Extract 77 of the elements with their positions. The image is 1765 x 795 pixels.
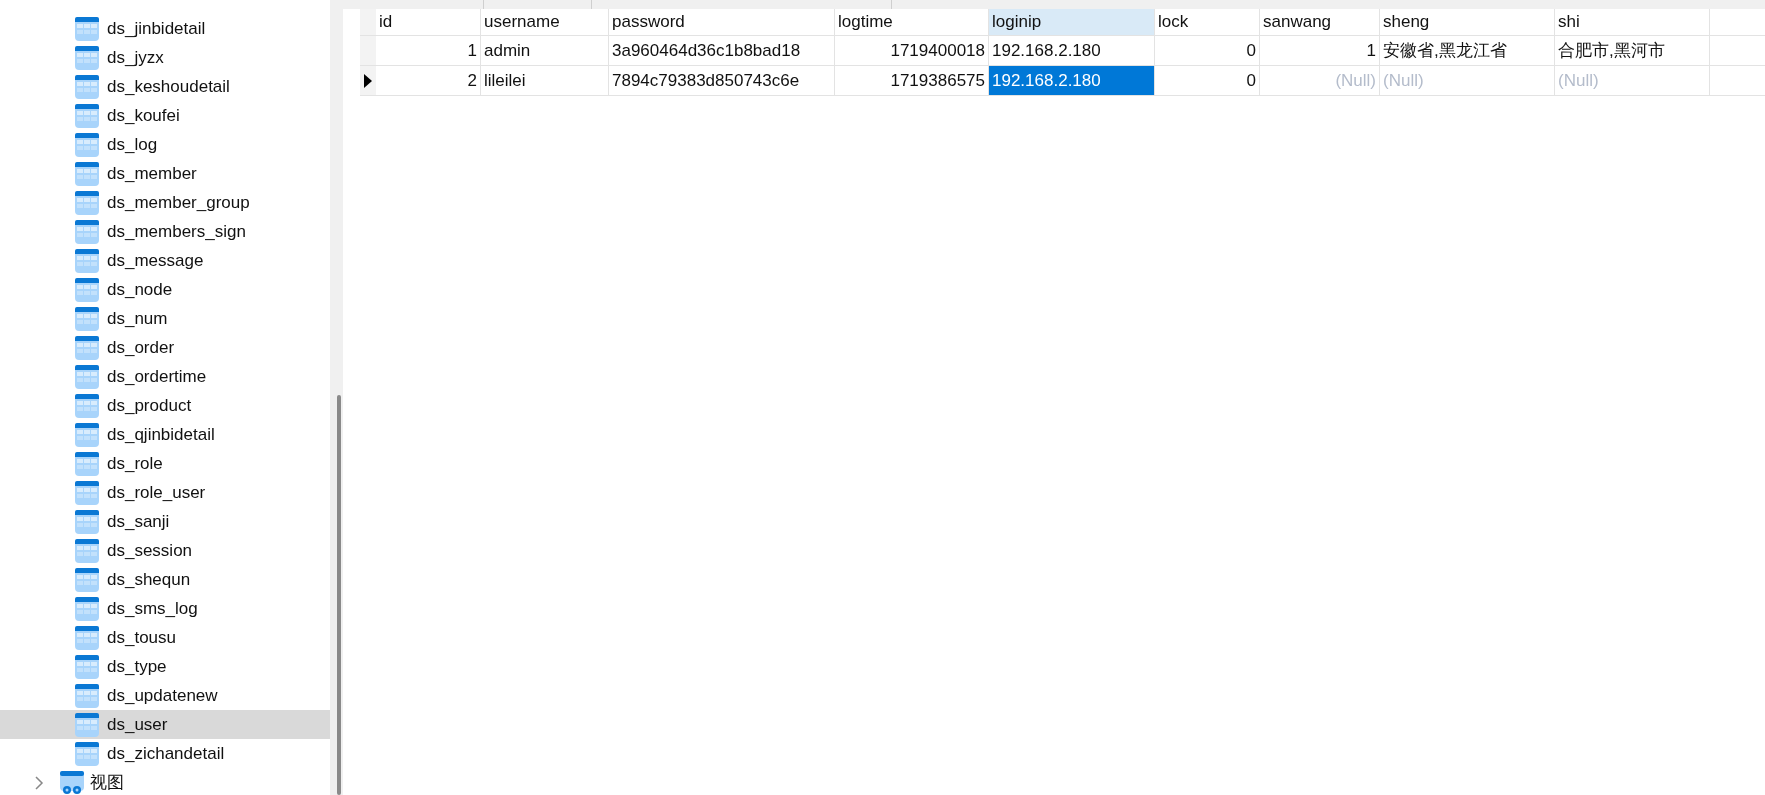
sidebar-item[interactable]: ds_shequn: [0, 565, 330, 594]
sidebar-item[interactable]: ds_jyzx: [0, 43, 330, 72]
sidebar-item[interactable]: ds_ordertime: [0, 362, 330, 391]
sidebar-item[interactable]: ds_message: [0, 246, 330, 275]
table-icon: [75, 654, 99, 679]
sidebar-item[interactable]: ds_role: [0, 449, 330, 478]
table-icon: [75, 596, 99, 621]
tree-folder[interactable]: 视图: [0, 768, 330, 795]
table-cell[interactable]: 安徽省,黑龙江省: [1380, 36, 1555, 65]
sidebar-item[interactable]: ds_zichandetail: [0, 739, 330, 768]
table-icon: [75, 277, 99, 302]
table-icon: [75, 132, 99, 157]
table-icon: [75, 538, 99, 563]
table-cell[interactable]: 3a960464d36c1b8bad18: [609, 36, 835, 65]
table-cell[interactable]: 1: [376, 36, 481, 65]
view-icon: [60, 770, 84, 795]
table-icon: [75, 567, 99, 592]
table-cell[interactable]: 192.168.2.180: [989, 66, 1155, 95]
table-icon: [75, 74, 99, 99]
sidebar-item[interactable]: ds_user: [0, 710, 330, 739]
table-cell[interactable]: admin: [481, 36, 609, 65]
chevron-icon: [34, 775, 44, 790]
table-icon: [75, 103, 99, 128]
table-cell[interactable]: 0: [1155, 66, 1260, 95]
table-icon: [75, 712, 99, 737]
row-header[interactable]: [360, 66, 376, 95]
sidebar-item[interactable]: ds_keshoudetail: [0, 72, 330, 101]
table-cell[interactable]: lileilei: [481, 66, 609, 95]
corner-header[interactable]: [360, 9, 376, 35]
column-header[interactable]: sanwang: [1260, 9, 1380, 35]
column-header[interactable]: loginip: [989, 9, 1155, 35]
sidebar-item[interactable]: ds_member: [0, 159, 330, 188]
sidebar-item[interactable]: ds_members_sign: [0, 217, 330, 246]
table-cell[interactable]: 1719400018: [835, 36, 989, 65]
sidebar-item[interactable]: ds_type: [0, 652, 330, 681]
table-cell[interactable]: 0: [1155, 36, 1260, 65]
table-icon: [75, 248, 99, 273]
sidebar-item[interactable]: ds_node: [0, 275, 330, 304]
column-header[interactable]: shi: [1555, 9, 1710, 35]
table-icon: [75, 480, 99, 505]
table-icon: [75, 393, 99, 418]
sidebar-item[interactable]: ds_qjinbidetail: [0, 420, 330, 449]
table-icon: [75, 219, 99, 244]
table-icon: [75, 625, 99, 650]
table-cell[interactable]: 2: [376, 66, 481, 95]
table-icon: [75, 16, 99, 41]
sidebar-item[interactable]: ds_tousu: [0, 623, 330, 652]
sidebar-item[interactable]: ds_jinbidetail: [0, 14, 330, 43]
table-icon: [75, 45, 99, 70]
table-icon: [75, 741, 99, 766]
table-icon: [75, 683, 99, 708]
table-icon: [75, 364, 99, 389]
sidebar-item[interactable]: ds_updatenew: [0, 681, 330, 710]
table-icon: [75, 422, 99, 447]
scrollbar-thumb[interactable]: [337, 395, 341, 795]
current-row-icon: [364, 73, 372, 88]
table-cell[interactable]: 1: [1260, 36, 1380, 65]
table-icon: [75, 190, 99, 215]
table-icon: [75, 335, 99, 360]
table-icon: [75, 451, 99, 476]
column-header[interactable]: sheng: [1380, 9, 1555, 35]
sidebar-item[interactable]: ds_sms_log: [0, 594, 330, 623]
sidebar-item[interactable]: ds_role_user: [0, 478, 330, 507]
sidebar-item[interactable]: ds_member_group: [0, 188, 330, 217]
sidebar-item[interactable]: ds_product: [0, 391, 330, 420]
table-icon: [75, 161, 99, 186]
table-icon: [75, 306, 99, 331]
table-cell[interactable]: 合肥市,黑河市: [1555, 36, 1710, 65]
sidebar-item[interactable]: ds_session: [0, 536, 330, 565]
table-cell[interactable]: 7894c79383d850743c6e: [609, 66, 835, 95]
sidebar-item[interactable]: ds_log: [0, 130, 330, 159]
sidebar-item[interactable]: ds_koufei: [0, 101, 330, 130]
sidebar-item[interactable]: ds_sanji: [0, 507, 330, 536]
sidebar-item[interactable]: ds_order: [0, 333, 330, 362]
table-icon: [75, 509, 99, 534]
table-cell[interactable]: 192.168.2.180: [989, 36, 1155, 65]
sidebar-item[interactable]: ds_num: [0, 304, 330, 333]
